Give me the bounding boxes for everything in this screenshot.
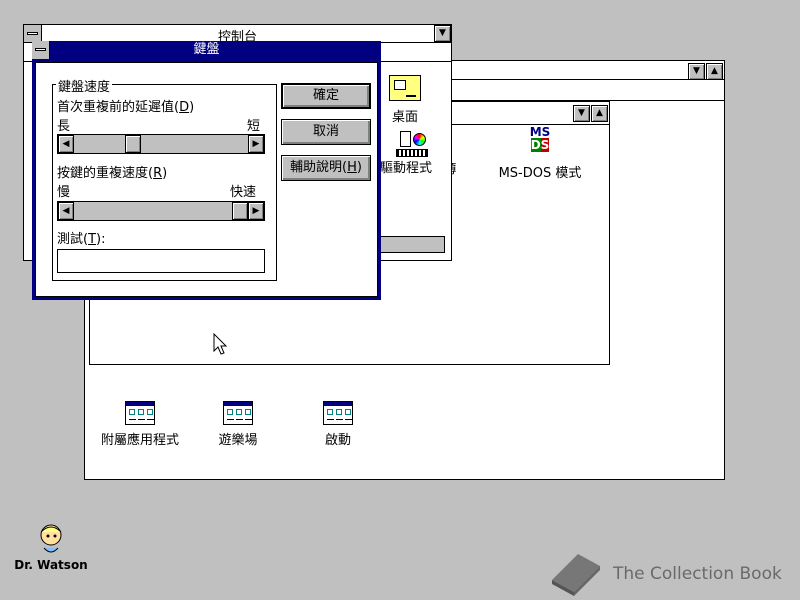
- control-menu-box[interactable]: [32, 41, 50, 59]
- icon-label: 桌面: [391, 110, 418, 125]
- rate-label: 按鍵的重複速度(R): [57, 166, 168, 181]
- rate-max-label: 快速: [230, 185, 257, 200]
- rate-min-label: 慢: [57, 185, 71, 200]
- icon-label: Dr. Watson: [14, 558, 88, 572]
- drwatson-icon-item[interactable]: Dr. Watson: [8, 522, 94, 572]
- book-logo-icon: [552, 554, 600, 596]
- group-label: 遊樂場: [218, 433, 258, 448]
- delay-min-label: 長: [57, 119, 71, 134]
- msdos-icon: MS DS: [529, 125, 551, 152]
- dialog-title: 鍵盤: [193, 42, 220, 57]
- slider-left-arrow-icon[interactable]: ◀: [58, 202, 74, 220]
- group-icon: [125, 401, 155, 425]
- delay-max-label: 短: [247, 119, 261, 134]
- icon-label: MS-DOS 模式: [498, 166, 582, 181]
- delay-slider-thumb[interactable]: [125, 135, 141, 153]
- drivers-icon-item[interactable]: 驅動程式: [376, 129, 446, 176]
- msdos-mode-icon-item[interactable]: MS DS MS-DOS 模式: [485, 125, 595, 182]
- desktop-icon-item[interactable]: 桌面: [382, 75, 428, 125]
- group-label: 啟動: [324, 433, 351, 448]
- rate-slider[interactable]: ◀ ▶: [57, 201, 265, 221]
- keyboard-dialog: 鍵盤 鍵盤速度 首次重複前的延遲值(D) 長 短 ◀ ▶ 按鍵的重複速度(R) …: [32, 41, 381, 300]
- minimize-button[interactable]: ▼: [688, 63, 705, 80]
- dialog-body: 鍵盤速度 首次重複前的延遲值(D) 長 短 ◀ ▶ 按鍵的重複速度(R) 慢 快…: [35, 62, 378, 297]
- icon-label: 驅動程式: [380, 161, 433, 176]
- group-label: 附屬應用程式: [100, 433, 179, 448]
- maximize-button[interactable]: ▲: [591, 105, 608, 122]
- ok-button[interactable]: 確定: [281, 83, 371, 109]
- test-label: 測試(T):: [57, 232, 106, 247]
- group-icon: [223, 401, 253, 425]
- desktop-icon: [389, 75, 421, 101]
- minimize-button[interactable]: ▼: [573, 105, 590, 122]
- group-games[interactable]: 遊樂場: [193, 401, 283, 448]
- slider-left-arrow-icon[interactable]: ◀: [58, 135, 74, 153]
- maximize-button[interactable]: ▲: [706, 63, 723, 80]
- minimize-button[interactable]: ▼: [434, 25, 451, 42]
- watermark-text: The Collection Book: [613, 564, 782, 584]
- group-startup[interactable]: 啟動: [293, 401, 383, 448]
- slider-right-arrow-icon[interactable]: ▶: [248, 135, 264, 153]
- dialog-titlebar: 鍵盤: [32, 41, 381, 59]
- slider-right-arrow-icon[interactable]: ▶: [248, 202, 264, 220]
- delay-slider[interactable]: ◀ ▶: [57, 134, 265, 154]
- drwatson-icon: [40, 524, 62, 553]
- cancel-button[interactable]: 取消: [281, 119, 371, 145]
- test-input[interactable]: [57, 249, 265, 273]
- delay-label: 首次重複前的延遲值(D): [57, 100, 195, 115]
- help-button[interactable]: 輔助說明(H): [281, 155, 371, 181]
- group-icon: [323, 401, 353, 425]
- mouse-pointer-icon: [213, 333, 228, 355]
- groupbox-label: 鍵盤速度: [56, 76, 113, 95]
- rate-slider-thumb[interactable]: [232, 202, 248, 220]
- group-accessories[interactable]: 附屬應用程式: [85, 401, 195, 448]
- drivers-icon: [396, 129, 428, 157]
